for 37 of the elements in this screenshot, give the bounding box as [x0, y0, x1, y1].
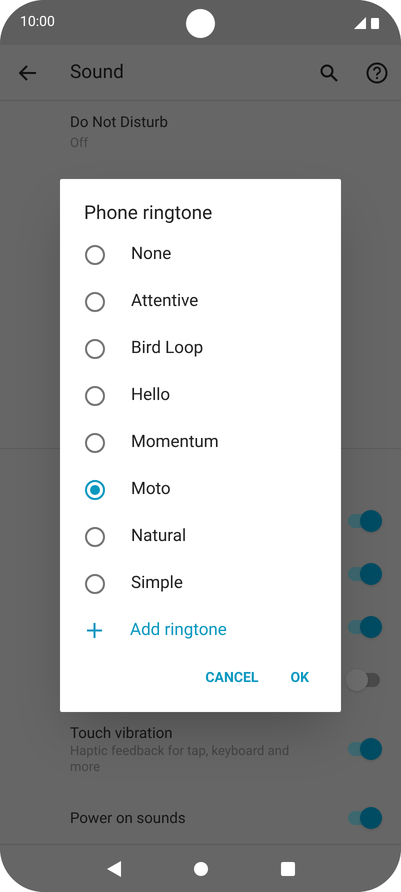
radio-button[interactable]	[85, 480, 105, 500]
radio-button[interactable]	[85, 292, 105, 312]
radio-button[interactable]	[85, 526, 105, 546]
search-icon[interactable]	[320, 64, 338, 82]
toggle-switch[interactable]	[346, 508, 382, 532]
help-icon[interactable]	[366, 62, 388, 84]
signal-battery-icon	[354, 16, 381, 28]
ringtone-option[interactable]: Hello	[60, 372, 341, 419]
back-arrow-icon[interactable]	[19, 64, 37, 80]
app-bar-title: Sound	[70, 59, 125, 86]
ringtone-option[interactable]: Simple	[60, 560, 341, 607]
ringtone-option[interactable]: Momentum	[60, 419, 341, 466]
plus-icon	[87, 623, 102, 638]
radio-button[interactable]	[85, 244, 105, 264]
radio-button[interactable]	[85, 432, 105, 452]
dialog-title: Phone ringtone	[83, 200, 214, 226]
back-icon[interactable]	[106, 860, 120, 876]
radio-button[interactable]	[85, 386, 105, 406]
home-icon[interactable]	[194, 862, 208, 876]
ringtone-option[interactable]: Natural	[60, 513, 341, 560]
camera-hole-icon	[186, 9, 215, 38]
ringtone-option[interactable]: Moto	[60, 466, 341, 513]
recents-icon[interactable]	[280, 862, 294, 876]
setting-title: Do Not Disturb	[70, 112, 169, 133]
ringtone-option[interactable]: None	[60, 231, 341, 278]
toggle-switch[interactable]	[346, 562, 382, 586]
toggle-switch[interactable]	[346, 806, 382, 830]
radio-button[interactable]	[85, 574, 105, 594]
toggle-switch[interactable]	[346, 614, 382, 638]
setting-title: Power on sounds	[70, 808, 187, 829]
ringtone-option[interactable]: Attentive	[60, 278, 341, 325]
status-time: 10:00	[20, 13, 55, 32]
ringtone-option[interactable]: Bird Loop	[60, 325, 341, 372]
toggle-switch[interactable]	[346, 668, 382, 692]
toggle-switch[interactable]	[346, 737, 382, 761]
radio-button[interactable]	[85, 338, 105, 358]
setting-title: Touch vibration	[70, 722, 174, 744]
